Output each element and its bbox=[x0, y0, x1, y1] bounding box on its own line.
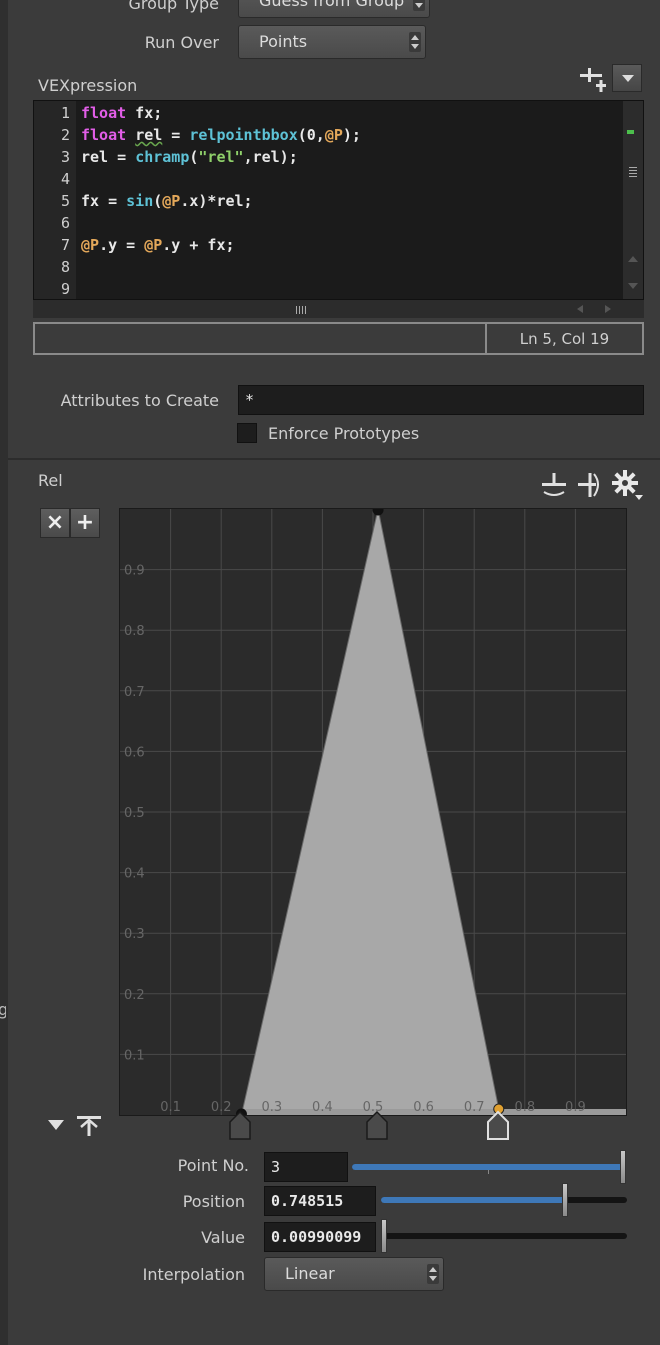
enforce-prototypes-checkbox[interactable] bbox=[237, 423, 257, 443]
line-number: 9 bbox=[60, 280, 70, 298]
y-tick-label: 0.5 bbox=[124, 806, 145, 821]
interpolation-value: Linear bbox=[285, 1264, 335, 1283]
dropdown-arrows-icon bbox=[413, 0, 425, 11]
expand-ramp-icon[interactable] bbox=[48, 1120, 64, 1130]
ramp-key-handle[interactable] bbox=[486, 1108, 512, 1142]
scroll-grip-icon bbox=[629, 167, 637, 179]
scroll-down-icon[interactable] bbox=[628, 283, 638, 289]
value-label: Value bbox=[201, 1228, 245, 1247]
y-tick-label: 0.4 bbox=[124, 867, 145, 882]
y-tick-label: 0.1 bbox=[124, 1048, 145, 1063]
line-number: 6 bbox=[60, 214, 70, 232]
scroll-marker bbox=[627, 130, 634, 134]
slider-fill bbox=[381, 1197, 566, 1203]
ramp-label: Rel bbox=[38, 471, 63, 490]
y-tick-label: 0.6 bbox=[124, 745, 145, 760]
value-input[interactable]: 0.00990099 bbox=[264, 1222, 376, 1252]
line-number: 7 bbox=[60, 236, 70, 254]
code-line-3: rel = chramp("rel",rel); bbox=[81, 148, 298, 166]
line-number: 3 bbox=[60, 148, 70, 166]
point-no-slider[interactable] bbox=[352, 1150, 626, 1184]
attributes-to-create-input[interactable]: * bbox=[238, 385, 644, 415]
vex-menu-button[interactable] bbox=[612, 64, 642, 92]
line-number: 5 bbox=[60, 192, 70, 210]
dropdown-arrows-icon bbox=[427, 1264, 439, 1284]
y-tick-label: 0.2 bbox=[124, 988, 145, 1003]
code-line-5: fx = sin(@P.x)*rel; bbox=[81, 192, 253, 210]
editor-vertical-scrollbar[interactable] bbox=[623, 101, 643, 299]
slider-knob[interactable] bbox=[562, 1183, 569, 1217]
value-slider[interactable] bbox=[381, 1219, 627, 1253]
position-label: Position bbox=[182, 1192, 245, 1211]
ramp-handles bbox=[119, 1108, 627, 1144]
run-over-value: Points bbox=[259, 32, 308, 51]
slider-fill bbox=[352, 1164, 626, 1170]
scroll-up-icon[interactable] bbox=[628, 256, 638, 262]
editor-horizontal-scrollbar[interactable] bbox=[33, 300, 644, 318]
left-pane-strip bbox=[0, 0, 8, 1345]
enforce-prototypes-label: Enforce Prototypes bbox=[268, 424, 420, 443]
line-gutter: 1 2 3 4 5 6 7 8 9 bbox=[34, 101, 76, 299]
chevron-down-icon bbox=[622, 75, 634, 82]
y-tick-label: 0.8 bbox=[124, 624, 145, 639]
ramp-graph[interactable]: 0.1 0.2 0.3 0.4 0.5 0.6 0.7 0.8 0.90.10.20.30.40… bbox=[120, 509, 626, 1115]
code-line-2: float rel = relpointbbox(0,@P); bbox=[81, 126, 361, 144]
position-input[interactable]: 0.748515 bbox=[264, 1186, 376, 1216]
add-point-button[interactable]: + bbox=[70, 508, 100, 538]
run-over-dropdown[interactable]: Points bbox=[238, 25, 426, 59]
group-type-value: Guess from Group bbox=[259, 0, 405, 10]
ramp-view-fit-icon[interactable] bbox=[540, 470, 568, 500]
code-line-7: @P.y = @P.y + fx; bbox=[81, 236, 235, 254]
line-number: 2 bbox=[60, 126, 70, 144]
line-number: 4 bbox=[60, 170, 70, 188]
scroll-left-icon[interactable] bbox=[577, 305, 583, 313]
vexpression-label: VEXpression bbox=[38, 76, 138, 95]
slider-tick bbox=[488, 1170, 489, 1174]
point-no-label: Point No. bbox=[177, 1156, 249, 1175]
remove-point-button[interactable]: × bbox=[40, 508, 70, 538]
cursor-position: Ln 5, Col 19 bbox=[519, 330, 610, 348]
attributes-to-create-label: Attributes to Create bbox=[60, 391, 219, 410]
scroll-grip-icon bbox=[296, 306, 308, 314]
slider-knob[interactable] bbox=[620, 1150, 626, 1184]
group-type-dropdown[interactable]: Guess from Group bbox=[238, 0, 430, 18]
vex-preset-add-icon[interactable] bbox=[578, 66, 608, 94]
slider-knob[interactable] bbox=[381, 1219, 387, 1253]
section-divider bbox=[8, 458, 660, 460]
line-number: 8 bbox=[60, 258, 70, 276]
ramp-editor[interactable]: 0.1 0.2 0.3 0.4 0.5 0.6 0.7 0.8 0.9 0.1 0.2 0.3 0.4 0… bbox=[119, 508, 627, 1116]
vex-code-editor[interactable]: 1 2 3 4 5 6 7 8 9 float fx; float rel = … bbox=[33, 100, 644, 300]
ramp-control-point[interactable] bbox=[372, 509, 384, 516]
dropdown-arrows-icon bbox=[409, 32, 421, 52]
group-type-label: Group Type bbox=[128, 0, 219, 13]
line-number: 1 bbox=[60, 104, 70, 122]
ramp-pin-icon[interactable] bbox=[76, 1114, 102, 1138]
run-over-label: Run Over bbox=[144, 33, 219, 52]
left-pane-handle: g bbox=[0, 1000, 6, 1019]
editor-status-bar: Ln 5, Col 19 bbox=[33, 322, 644, 355]
y-tick-label: 0.9 bbox=[124, 564, 145, 579]
scroll-right-icon[interactable] bbox=[605, 305, 611, 313]
interpolation-dropdown[interactable]: Linear bbox=[264, 1257, 444, 1291]
y-tick-label: 0.7 bbox=[124, 685, 145, 700]
ramp-key-handle[interactable] bbox=[365, 1108, 391, 1142]
ramp-key-handle[interactable] bbox=[228, 1108, 254, 1142]
interpolation-label: Interpolation bbox=[142, 1265, 245, 1284]
y-tick-label: 0.3 bbox=[124, 927, 145, 942]
code-line-1: float fx; bbox=[81, 104, 163, 122]
ramp-view-flip-icon[interactable] bbox=[576, 470, 604, 500]
point-no-input[interactable]: 3 bbox=[264, 1152, 348, 1182]
ramp-gear-icon[interactable] bbox=[610, 468, 644, 502]
position-slider[interactable] bbox=[381, 1183, 627, 1217]
